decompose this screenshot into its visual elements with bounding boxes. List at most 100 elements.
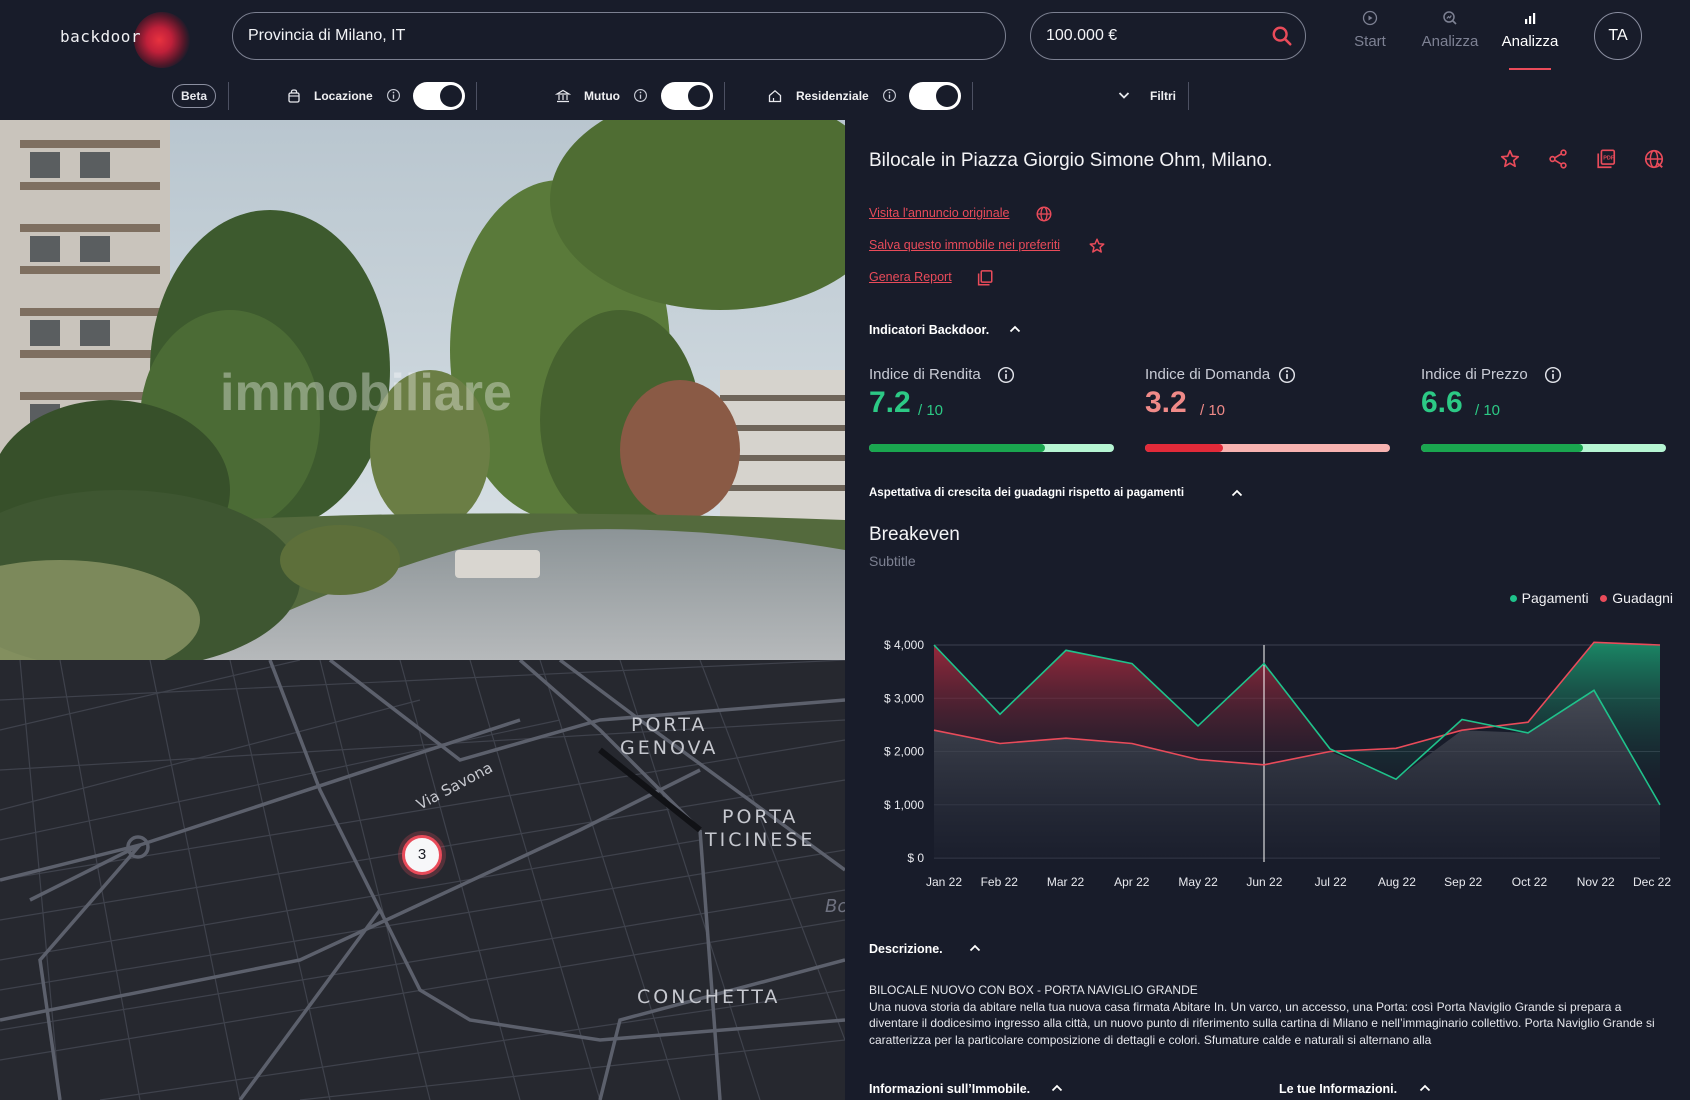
chart-subtitle: Subtitle bbox=[869, 553, 916, 569]
indicator-bar bbox=[1145, 444, 1390, 452]
star-icon[interactable] bbox=[1088, 237, 1106, 255]
filter-residenziale-label: Residenziale bbox=[796, 89, 869, 103]
chevron-up-icon[interactable] bbox=[969, 944, 981, 952]
search-chart-icon bbox=[1443, 11, 1457, 25]
indicator-denominator: / 10 bbox=[1200, 402, 1226, 419]
divider bbox=[476, 82, 477, 110]
info-icon[interactable] bbox=[997, 366, 1015, 384]
globe-icon[interactable] bbox=[1035, 205, 1053, 223]
photo-watermark: immobiliare bbox=[220, 364, 512, 422]
indicator-bar-fill bbox=[1145, 444, 1224, 452]
indicator-label: Indice di Prezzo bbox=[1421, 366, 1528, 383]
price-value: 100.000 € bbox=[1046, 27, 1118, 44]
legend-dot-pagamenti bbox=[1509, 595, 1517, 602]
logo[interactable]: backdoor bbox=[60, 12, 200, 68]
map-cluster-marker[interactable]: 3 bbox=[402, 835, 442, 875]
user-avatar[interactable]: TA bbox=[1594, 12, 1642, 60]
chart-title: Breakeven bbox=[869, 524, 960, 545]
description-header[interactable]: Descrizione. bbox=[869, 942, 943, 956]
beta-badge: Beta bbox=[172, 84, 216, 108]
location-search-input[interactable]: Provincia di Milano, IT bbox=[232, 12, 1006, 60]
chevron-down-icon bbox=[1118, 92, 1130, 99]
location-value: Provincia di Milano, IT bbox=[248, 27, 406, 44]
x-tick-label: Oct 22 bbox=[1512, 875, 1548, 889]
info-icon[interactable] bbox=[1278, 366, 1296, 384]
bank-icon bbox=[555, 89, 571, 103]
chart-y-ticks: $ 4,000 $ 3,000 $ 2,000 $ 1,000 $ 0 bbox=[884, 638, 924, 865]
indicator-bar bbox=[1421, 444, 1666, 452]
info-icon[interactable] bbox=[1544, 366, 1562, 384]
chevron-up-icon[interactable] bbox=[1231, 489, 1243, 497]
legend-dot-guadagni bbox=[1600, 595, 1608, 602]
bar-chart-icon bbox=[1525, 13, 1536, 24]
mutuo-toggle[interactable] bbox=[661, 82, 713, 110]
indicator-denominator: / 10 bbox=[918, 402, 944, 419]
bag-icon bbox=[288, 89, 300, 103]
info-icon[interactable] bbox=[633, 88, 648, 103]
generate-report-link[interactable]: Genera Report bbox=[869, 270, 952, 284]
info-icon[interactable] bbox=[386, 88, 401, 103]
price-input[interactable]: 100.000 € bbox=[1030, 12, 1306, 60]
search-icon[interactable] bbox=[1271, 25, 1293, 47]
divider bbox=[972, 82, 973, 110]
divider bbox=[228, 82, 229, 110]
y-tick-label: $ 3,000 bbox=[884, 691, 924, 705]
nav-start[interactable]: Start bbox=[1335, 10, 1405, 50]
x-tick-label: Mar 22 bbox=[1047, 875, 1085, 889]
info-icon[interactable] bbox=[882, 88, 897, 103]
save-favorite-link[interactable]: Salva questo immobile nei preferiti bbox=[869, 238, 1060, 252]
nav-analizza-chart[interactable]: Analizza bbox=[1495, 10, 1565, 70]
indicator-value: 6.6 bbox=[1421, 386, 1463, 419]
indicator-label: Indice di Rendita bbox=[869, 366, 981, 383]
property-photo-illustration: immobiliare bbox=[0, 120, 845, 660]
chart-areas bbox=[934, 642, 1660, 858]
chart-legend: Pagamenti Guadagni bbox=[1509, 590, 1673, 606]
visit-original-link[interactable]: Visita l'annuncio originale bbox=[869, 206, 1009, 220]
indicator-value: 7.2 bbox=[869, 386, 911, 419]
info-immobile-header[interactable]: Informazioni sull’Immobile. bbox=[869, 1082, 1030, 1096]
breakeven-chart[interactable]: $ 4,000 $ 3,000 $ 2,000 $ 1,000 $ 0 Jan 22 Fe… bbox=[845, 618, 1690, 1018]
nav-analizza-search[interactable]: Analizza bbox=[1415, 10, 1485, 50]
listing-title: Bilocale in Piazza Giorgio Simone Ohm, M… bbox=[869, 150, 1273, 171]
growth-header[interactable]: Aspettativa di crescita dei guadagni ris… bbox=[869, 487, 1184, 499]
x-tick-label: Nov 22 bbox=[1577, 875, 1615, 889]
logo-blob bbox=[134, 12, 190, 68]
location-map[interactable]: Via Savona Bo PORTAGENOVA PORTATICINESE … bbox=[0, 660, 845, 1100]
description-body: BILOCALE NUOVO CON BOX - PORTA NAVIGLIO … bbox=[869, 982, 1669, 1048]
chevron-up-icon[interactable] bbox=[1419, 1084, 1431, 1092]
globe-icon[interactable] bbox=[1643, 148, 1665, 170]
filter-bar: Beta Locazione Mutuo Residenziale Filtri bbox=[0, 72, 1690, 120]
svg-text:PDF: PDF bbox=[1603, 155, 1615, 161]
x-tick-label: Feb 22 bbox=[981, 875, 1019, 889]
star-icon[interactable] bbox=[1499, 148, 1521, 170]
description-text: Una nuova storia da abitare nella tua nu… bbox=[869, 999, 1655, 1047]
tue-info-header[interactable]: Le tue Informazioni. bbox=[1279, 1082, 1397, 1096]
logo-text: backdoor bbox=[60, 27, 142, 46]
x-tick-label: Apr 22 bbox=[1114, 875, 1150, 889]
indicators-header[interactable]: Indicatori Backdoor. bbox=[869, 323, 989, 337]
residenziale-toggle[interactable] bbox=[909, 82, 961, 110]
y-tick-label: $ 2,000 bbox=[884, 745, 924, 759]
indicator-domanda: Indice di Domanda 3.2 / 10 bbox=[1145, 364, 1390, 464]
property-photo[interactable]: immobiliare bbox=[0, 120, 845, 660]
x-tick-label: Jan 22 bbox=[926, 875, 962, 889]
chart-x-ticks: Jan 22 Feb 22 Mar 22 Apr 22 May 22 Jun 22 Jul … bbox=[926, 875, 1671, 889]
pdf-icon[interactable] bbox=[976, 269, 994, 287]
map-label-porta-genova: PORTA GENOVA bbox=[620, 714, 719, 759]
chevron-up-icon[interactable] bbox=[1009, 325, 1021, 333]
x-tick-label: May 22 bbox=[1178, 875, 1218, 889]
legend-pagamenti: Pagamenti bbox=[1521, 590, 1589, 606]
nav-analizza-label: Analizza bbox=[1421, 33, 1479, 50]
description-title: BILOCALE NUOVO CON BOX - PORTA NAVIGLIO … bbox=[869, 983, 1198, 997]
indicator-label: Indice di Domanda bbox=[1145, 366, 1271, 383]
locazione-toggle[interactable] bbox=[413, 82, 465, 110]
home-icon bbox=[768, 89, 782, 103]
chevron-up-icon[interactable] bbox=[1051, 1084, 1063, 1092]
pdf-icon[interactable]: PDF bbox=[1595, 148, 1617, 170]
map-label-porta-ticinese: PORTA TICINESE bbox=[705, 806, 816, 851]
nav-start-label: Start bbox=[1354, 33, 1386, 50]
share-icon[interactable] bbox=[1547, 148, 1569, 170]
nav-analizza-active-label: Analizza bbox=[1501, 33, 1559, 50]
listing-panel: Bilocale in Piazza Giorgio Simone Ohm, M… bbox=[845, 120, 1690, 1100]
divider bbox=[724, 82, 725, 110]
